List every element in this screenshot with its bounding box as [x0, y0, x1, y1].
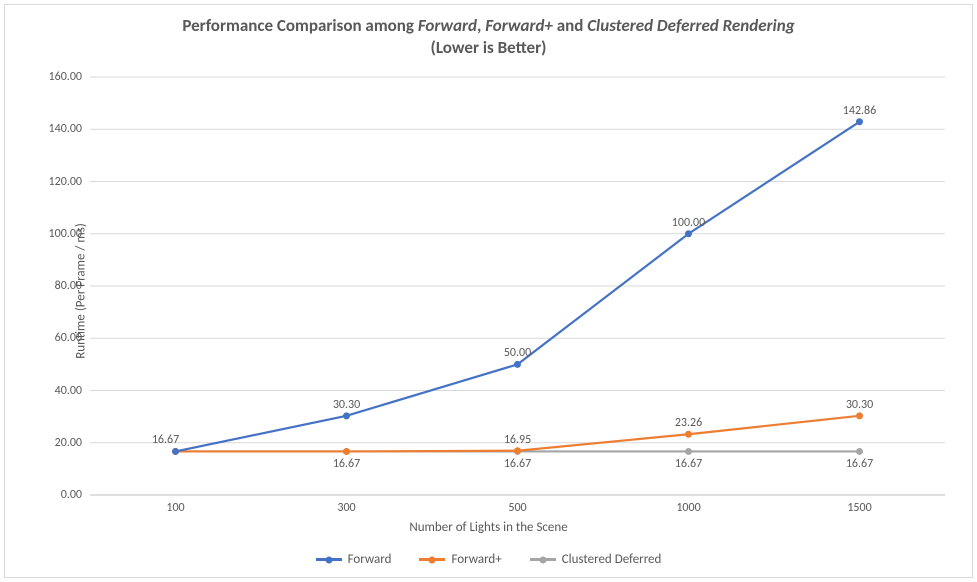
y-tick-label: 60.00: [34, 331, 82, 345]
legend-swatch-forward: [316, 558, 342, 561]
legend-item-clustered-deferred: Clustered Deferred: [530, 552, 662, 567]
data-label: 16.67: [846, 457, 873, 471]
data-label: 16.67: [333, 457, 360, 471]
data-label: 100.00: [672, 216, 705, 230]
legend-swatch-forward-plus: [419, 558, 445, 561]
chart-frame: Performance Comparison among Forward, Fo…: [4, 4, 973, 578]
data-label: 142.86: [843, 104, 876, 118]
x-tick-label: 1000: [659, 501, 719, 515]
data-label: 23.26: [675, 416, 702, 430]
data-label: 16.67: [152, 433, 179, 447]
x-tick-label: 300: [317, 501, 377, 515]
data-label: 30.30: [333, 398, 360, 412]
y-tick-label: 40.00: [34, 384, 82, 398]
x-axis-label: Number of Lights in the Scene: [5, 520, 972, 535]
y-tick-label: 160.00: [34, 70, 82, 84]
legend: Forward Forward+ Clustered Deferred: [5, 552, 972, 567]
title-sep-2: and: [553, 15, 587, 36]
y-tick-label: 100.00: [34, 227, 82, 241]
y-tick-label: 140.00: [34, 122, 82, 136]
legend-label-clustered-deferred: Clustered Deferred: [562, 552, 662, 567]
chart-title: Performance Comparison among Forward, Fo…: [5, 15, 972, 59]
title-prefix: Performance Comparison among: [182, 15, 418, 36]
legend-item-forward-plus: Forward+: [419, 552, 501, 567]
series-forward: [172, 118, 863, 455]
x-tick-label: 100: [146, 501, 206, 515]
y-tick-label: 80.00: [34, 279, 82, 293]
legend-swatch-clustered-deferred: [530, 558, 556, 561]
title-series-2: Forward+: [485, 15, 553, 36]
plot-area: 0.0020.0040.0060.0080.00100.00120.00140.…: [90, 77, 945, 495]
legend-item-forward: Forward: [316, 552, 392, 567]
y-tick-label: 20.00: [34, 436, 82, 450]
title-series-3: Clustered Deferred Rendering: [587, 15, 794, 36]
data-label: 16.67: [675, 457, 702, 471]
legend-label-forward: Forward: [348, 552, 392, 567]
x-tick-label: 500: [488, 501, 548, 515]
data-label: 30.30: [846, 398, 873, 412]
x-tick-label: 1500: [830, 501, 890, 515]
title-series-1: Forward: [418, 15, 477, 36]
y-tick-label: 0.00: [34, 488, 82, 502]
data-label: 16.67: [504, 457, 531, 471]
data-label: 50.00: [504, 346, 531, 360]
y-tick-label: 120.00: [34, 175, 82, 189]
data-label: 16.95: [504, 433, 531, 447]
title-sep-1: ,: [477, 15, 485, 36]
legend-label-forward-plus: Forward+: [451, 552, 501, 567]
title-subtitle: (Lower is Better): [431, 37, 547, 58]
